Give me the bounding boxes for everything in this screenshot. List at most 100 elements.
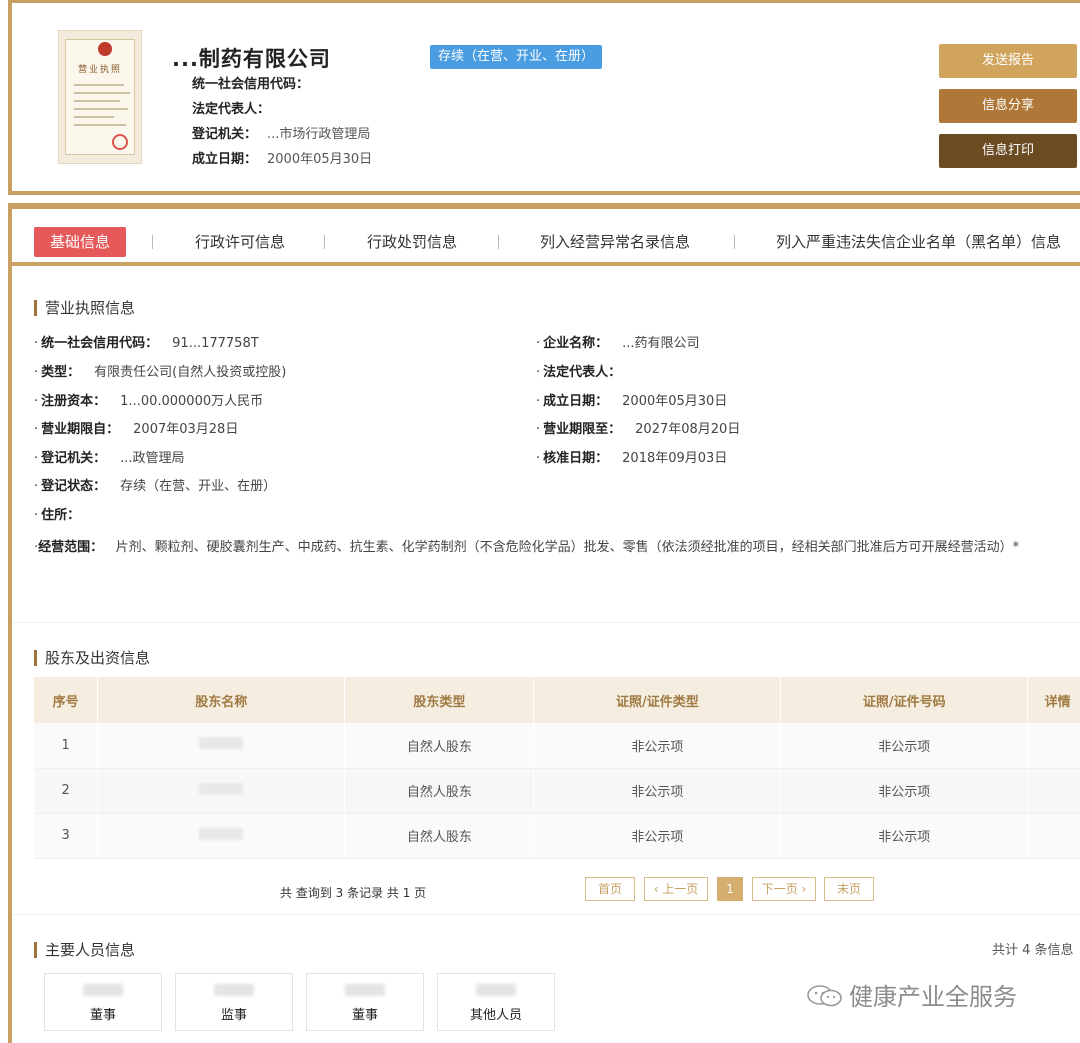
section-divider xyxy=(12,914,1080,915)
personnel-count: 共计 4 条信息 xyxy=(992,943,1074,958)
row-number: 3 xyxy=(34,813,99,859)
reg-authority-value: ...市场行政管理局 xyxy=(267,127,371,142)
info-term-to: · 营业期限至： 2027年08月20日 xyxy=(536,422,741,437)
pager-info: 共 查询到 3 条记录 共 1 页 xyxy=(280,886,427,900)
person-name xyxy=(345,984,385,996)
reg-authority-row: 登记机关： ...市场行政管理局 xyxy=(192,126,370,144)
founded-row: 成立日期： 2000年05月30日 xyxy=(192,151,372,169)
watermark: 健康产业全服务 xyxy=(805,977,1017,1012)
license-text-line xyxy=(74,116,114,118)
person-card[interactable]: 其他人员 xyxy=(437,973,555,1031)
wechat-icon xyxy=(807,985,842,1007)
info-business-scope: ·经营范围： 片剂、颗粒剂、硬胶囊剂生产、中成药、抗生素、化学药制剂（不含危险化… xyxy=(34,540,1020,555)
license-text-line xyxy=(74,124,126,126)
shareholder-type: 自然人股东 xyxy=(344,813,535,859)
first-page-button[interactable]: 首页 xyxy=(585,877,635,901)
company-header-card: 营业执照 ...制药有限公司 存续（在营、开业、在册） 统一社会信用代码： 法定… xyxy=(8,0,1080,195)
credit-code-row: 统一社会信用代码： xyxy=(192,76,319,94)
legal-rep-label: 法定代表人： xyxy=(192,102,271,117)
info-company-name: · 企业名称： ...药有限公司 xyxy=(536,336,700,351)
person-name xyxy=(83,984,123,996)
info-address: · 住所： xyxy=(34,508,81,523)
info-credit-code: · 统一社会信用代码： 91...177758T xyxy=(34,336,259,351)
tab-abnormal-list[interactable]: 列入经营异常名录信息 xyxy=(540,227,690,257)
print-info-button[interactable]: 信息打印 xyxy=(939,134,1077,168)
id-type: 非公示项 xyxy=(533,723,782,769)
tab-separator xyxy=(498,235,499,249)
info-founded: · 成立日期： 2000年05月30日 xyxy=(536,394,728,409)
next-page-button[interactable]: 下一页 › xyxy=(752,877,816,901)
shareholder-section-title: 股东及出资信息 xyxy=(34,650,150,666)
id-type: 非公示项 xyxy=(533,813,782,859)
person-role: 其他人员 xyxy=(469,1008,522,1023)
license-section-title: 营业执照信息 xyxy=(34,300,135,316)
tab-bar: 基础信息 行政许可信息 行政处罚信息 列入经营异常名录信息 列入严重违法失信企业… xyxy=(12,209,1080,266)
column-header: 股东名称 xyxy=(97,677,346,723)
send-report-button[interactable]: 发送报告 xyxy=(939,44,1077,78)
shareholder-name xyxy=(97,768,346,814)
person-name xyxy=(476,984,516,996)
table-row: 1 自然人股东 非公示项 非公示项 xyxy=(34,723,1080,769)
tab-admin-penalty[interactable]: 行政处罚信息 xyxy=(367,227,457,257)
column-header: 详情 xyxy=(1027,677,1080,723)
personnel-section-title: 主要人员信息 xyxy=(34,942,135,958)
reg-authority-label: 登记机关： xyxy=(192,127,258,142)
table-row: 2 自然人股东 非公示项 非公示项 xyxy=(34,768,1080,814)
person-role: 董事 xyxy=(351,1008,378,1023)
page-1-button[interactable]: 1 xyxy=(717,877,743,901)
shareholder-table: 序号 股东名称 股东类型 证照/证件类型 证照/证件号码 详情 1 自然人股东 … xyxy=(34,677,1080,859)
tab-separator xyxy=(734,235,735,249)
tab-separator xyxy=(324,235,325,249)
person-name xyxy=(214,984,254,996)
table-header-row: 序号 股东名称 股东类型 证照/证件类型 证照/证件号码 详情 xyxy=(34,677,1080,723)
prev-page-button[interactable]: ‹ 上一页 xyxy=(644,877,708,901)
details-cell[interactable] xyxy=(1027,813,1080,859)
info-term-from: · 营业期限自： 2007年03月28日 xyxy=(34,422,239,437)
column-header: 证照/证件号码 xyxy=(780,677,1029,723)
share-info-button[interactable]: 信息分享 xyxy=(939,89,1077,123)
tab-blacklist[interactable]: 列入严重违法失信企业名单（黑名单）信息 xyxy=(776,227,1061,257)
tab-separator xyxy=(152,235,153,249)
shareholder-type: 自然人股东 xyxy=(344,723,535,769)
business-scope-value: 片剂、颗粒剂、硬胶囊剂生产、中成药、抗生素、化学药制剂（不含危险化学品）批发、零… xyxy=(115,540,1020,555)
info-reg-status: · 登记状态： 存续（在营、开业、在册） xyxy=(34,479,277,494)
tab-basic-info[interactable]: 基础信息 xyxy=(34,227,127,257)
watermark-text: 健康产业全服务 xyxy=(849,983,1017,1011)
person-role: 董事 xyxy=(89,1008,116,1023)
emblem-icon xyxy=(98,42,112,56)
license-text-line xyxy=(74,108,128,110)
table-row: 3 自然人股东 非公示项 非公示项 xyxy=(34,813,1080,859)
id-type: 非公示项 xyxy=(533,768,782,814)
details-cell[interactable] xyxy=(1027,723,1080,769)
license-title: 营业执照 xyxy=(77,65,122,75)
license-text-line xyxy=(74,92,130,94)
person-card[interactable]: 监事 xyxy=(175,973,293,1031)
business-scope-label: 经营范围： xyxy=(38,540,104,555)
section-divider xyxy=(12,622,1080,623)
info-reg-capital: · 注册资本： 1...00.000000万人民币 xyxy=(34,394,264,409)
person-card[interactable]: 董事 xyxy=(306,973,424,1031)
shareholder-type: 自然人股东 xyxy=(344,768,535,814)
info-type: · 类型： 有限责任公司(自然人投资或控股) xyxy=(34,365,287,380)
row-number: 1 xyxy=(34,723,99,769)
status-badge: 存续（在营、开业、在册） xyxy=(430,45,603,69)
last-page-button[interactable]: 末页 xyxy=(824,877,874,901)
person-card[interactable]: 董事 xyxy=(44,973,162,1031)
column-header: 证照/证件类型 xyxy=(533,677,782,723)
id-number: 非公示项 xyxy=(780,768,1029,814)
id-number: 非公示项 xyxy=(780,723,1029,769)
credit-code-label: 统一社会信用代码： xyxy=(192,77,310,92)
license-frame: 营业执照 xyxy=(65,39,135,155)
tab-admin-license[interactable]: 行政许可信息 xyxy=(195,227,285,257)
person-role: 监事 xyxy=(220,1008,247,1023)
founded-value: 2000年05月30日 xyxy=(267,152,373,167)
info-legal-rep: · 法定代表人： xyxy=(536,365,622,380)
company-name: ...制药有限公司 xyxy=(172,47,331,71)
license-text-line xyxy=(74,100,120,102)
stamp-icon xyxy=(112,134,128,150)
shareholder-name xyxy=(97,723,346,769)
business-license-image[interactable]: 营业执照 xyxy=(58,30,142,164)
shareholder-name xyxy=(97,813,346,859)
row-number: 2 xyxy=(34,768,99,814)
details-cell[interactable] xyxy=(1027,768,1080,814)
